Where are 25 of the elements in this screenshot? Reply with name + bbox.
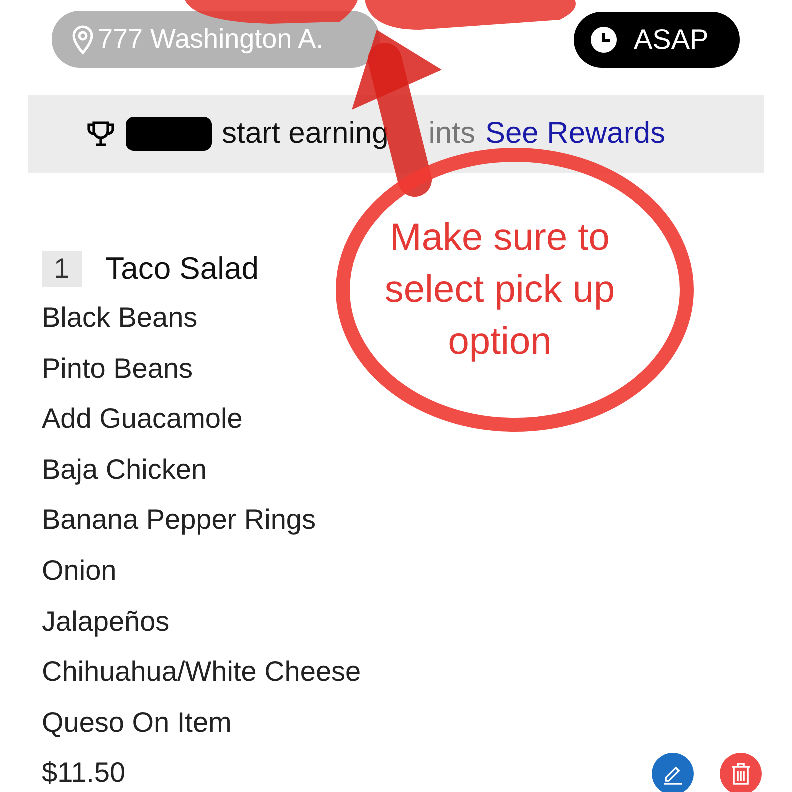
annotation-text: Make sure to [390, 216, 610, 261]
item-option: Baja Chicken [42, 444, 207, 496]
location-pin-icon [72, 24, 94, 54]
item-option: Jalapeños [42, 596, 170, 648]
annotation-text: option [448, 320, 552, 365]
quantity-badge: 1 [42, 251, 82, 287]
rewards-text: ints [428, 117, 476, 151]
item-option: Chihuahua/White Cheese [42, 647, 362, 698]
item-option: Banana Pepper Rings [42, 495, 316, 546]
delete-button[interactable] [720, 752, 762, 792]
item-option: Add Guacamole [42, 394, 243, 445]
time-button[interactable]: ASAP [574, 12, 740, 68]
item-name: Taco Salad [106, 251, 259, 287]
trophy-icon [86, 119, 116, 149]
item-option: Queso On Item [42, 698, 232, 748]
item-option: Onion [42, 546, 117, 597]
item-option: Black Beans [42, 293, 198, 344]
annotation-text: select pick up [384, 268, 616, 313]
item-price: $11.50 [42, 756, 126, 790]
clock-icon [590, 26, 618, 54]
item-option: Pinto Beans [42, 344, 193, 394]
trash-icon [730, 762, 752, 786]
rewards-text: start earning [222, 117, 389, 151]
see-rewards-link[interactable]: See Rewards [485, 117, 666, 151]
edit-button[interactable] [652, 752, 694, 792]
